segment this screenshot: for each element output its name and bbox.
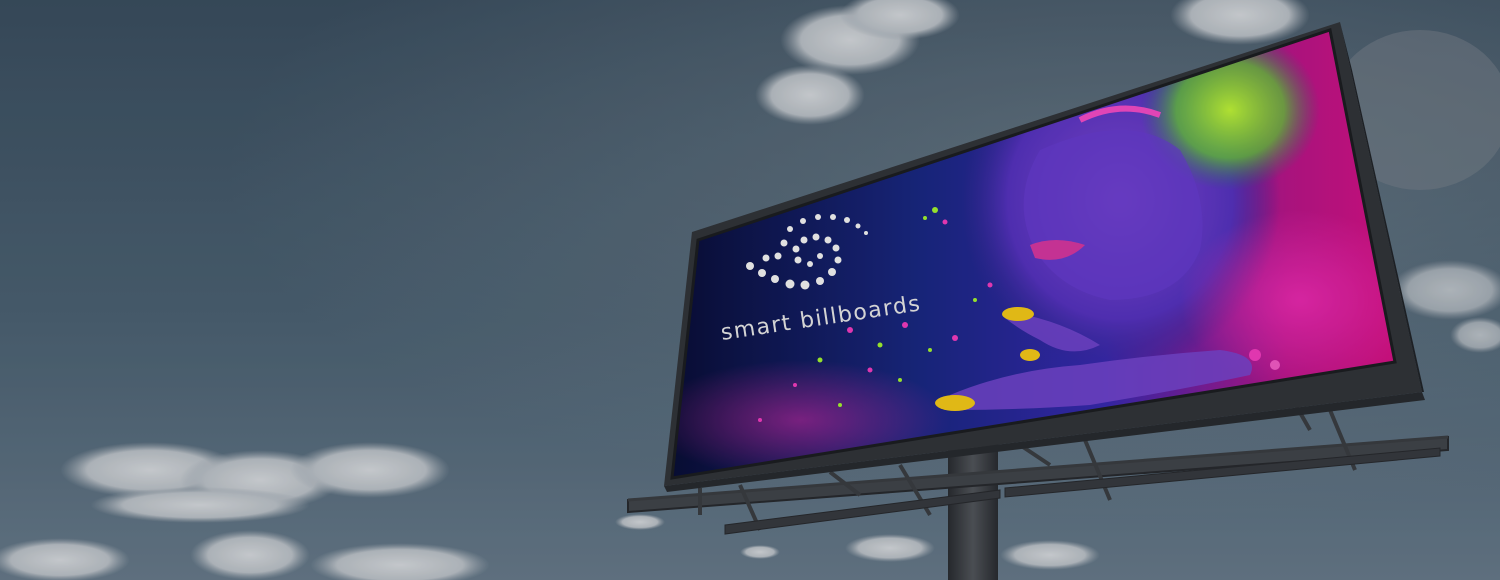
billboard-photo: smart billboards — [0, 0, 1500, 580]
